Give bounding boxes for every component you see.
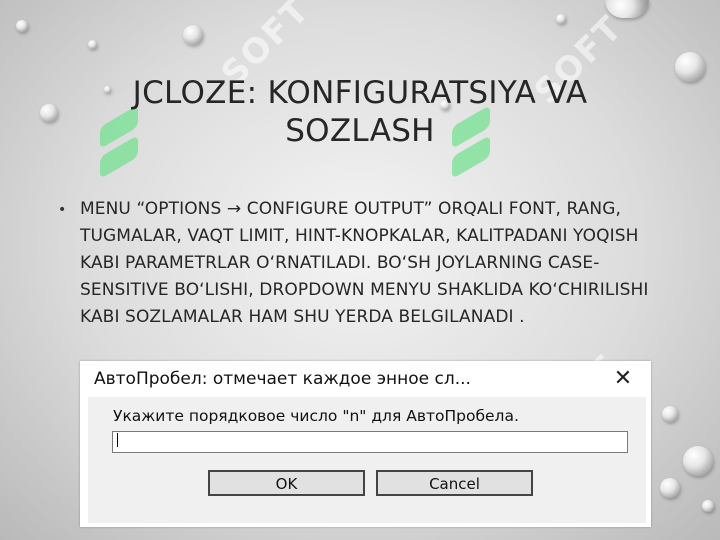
water-drop-decoration — [88, 40, 97, 49]
water-drop-decoration — [662, 406, 678, 422]
dialog-title: АвтоПробел: отмечает каждое энное сл... — [94, 369, 471, 389]
n-value-input[interactable] — [112, 431, 628, 453]
water-drop-decoration — [660, 478, 680, 498]
close-icon[interactable]: ✕ — [611, 366, 635, 391]
autospace-dialog: АвтоПробел: отмечает каждое энное сл... … — [80, 361, 651, 527]
ok-button[interactable]: OK — [208, 470, 365, 496]
dialog-prompt: Укажите порядковое число "n" для АвтоПро… — [113, 407, 519, 425]
water-drop-decoration — [605, 0, 649, 18]
slide-title: JCLOZE: KONFIGURATSIYA VA SOZLASH — [132, 75, 588, 149]
water-drop-decoration — [675, 52, 705, 82]
water-drop-decoration — [16, 20, 28, 32]
dialog-body: Укажите порядковое число "n" для АвтоПро… — [88, 397, 646, 523]
slide: SOFT SOFT SOFT SOFT JCLOZE: KONFIGURATSI… — [0, 0, 720, 540]
text-caret — [117, 433, 118, 447]
bullet-text: MENU “OPTIONS → CONFIGURE OUTPUT” ORQALI… — [80, 199, 649, 327]
water-drop-decoration — [556, 14, 566, 24]
cancel-button[interactable]: Cancel — [376, 470, 533, 496]
water-drop-decoration — [683, 446, 713, 476]
water-drop-decoration — [183, 25, 203, 45]
water-drop-decoration — [40, 104, 58, 122]
bullet-marker: • — [58, 202, 67, 218]
water-drop-decoration — [702, 500, 714, 512]
